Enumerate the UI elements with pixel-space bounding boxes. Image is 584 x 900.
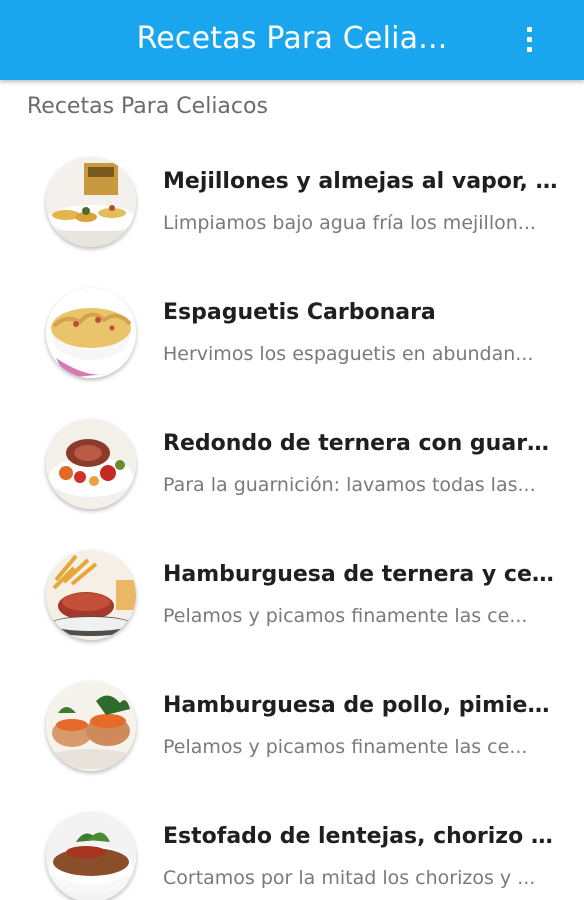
overflow-menu-icon	[526, 26, 532, 32]
recipe-list-item[interactable]: Hamburguesa de ternera y cerd... Pelamos…	[0, 528, 584, 659]
recipe-list-item[interactable]: Espaguetis Carbonara Hervimos los espagu…	[0, 266, 584, 397]
app-title: Recetas Para Celia...	[136, 21, 448, 56]
recipe-description: Pelamos y picamos finamente las ce...	[163, 736, 528, 758]
recipe-title: Redondo de ternera con guarnic...	[163, 431, 559, 456]
recipe-description: Limpiamos bajo agua fría los mejillon...	[163, 212, 536, 234]
recipe-title: Estofado de lentejas, chorizo y ...	[163, 824, 559, 849]
recipe-title: Hamburguesa de ternera y cerd...	[163, 562, 559, 587]
recipe-description: Cortamos por la mitad los chorizos y ...	[163, 867, 536, 889]
recipe-list-item[interactable]: Estofado de lentejas, chorizo y ... Cort…	[0, 790, 584, 900]
recipe-thumbnail-burger-fries	[46, 550, 136, 640]
section-header: Recetas Para Celiacos	[27, 94, 268, 119]
recipe-title: Mejillones y almejas al vapor, ac...	[163, 169, 559, 194]
app-bar: Recetas Para Celia...	[0, 0, 584, 80]
recipe-title: Espaguetis Carbonara	[163, 300, 436, 325]
overflow-menu-icon-dot-3	[526, 46, 532, 52]
recipe-thumbnail-lentil-stew	[46, 812, 136, 900]
recipe-list-item[interactable]: Hamburguesa de pollo, pimient... Pelamos…	[0, 659, 584, 790]
recipe-thumbnail-seafood-plate	[46, 157, 136, 247]
overflow-menu-button[interactable]	[514, 24, 544, 54]
recipe-title: Hamburguesa de pollo, pimient...	[163, 693, 559, 718]
recipe-list-item[interactable]: Mejillones y almejas al vapor, ac... Lim…	[0, 135, 584, 266]
recipe-description: Para la guarnición: lavamos todas las...	[163, 474, 536, 496]
recipe-thumbnail-chicken-burger	[46, 681, 136, 771]
recipe-thumbnail-pasta-bowl	[46, 288, 136, 378]
recipe-description: Pelamos y picamos finamente las ce...	[163, 605, 528, 627]
recipe-description: Hervimos los espaguetis en abundan...	[163, 343, 534, 365]
recipe-thumbnail-roast-beef-vegetables	[46, 419, 136, 509]
recipe-list: Mejillones y almejas al vapor, ac... Lim…	[0, 135, 584, 900]
overflow-menu-icon-dot-2	[526, 36, 532, 42]
recipe-list-item[interactable]: Redondo de ternera con guarnic... Para l…	[0, 397, 584, 528]
